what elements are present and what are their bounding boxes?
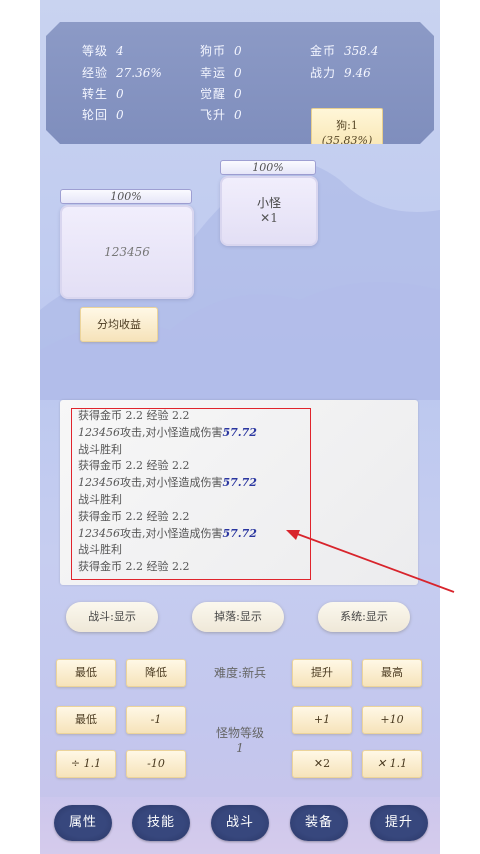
screen: 等级 4 经验 27.36% 转生 0 轮回 0 狗币 0 幸运 0 觉醒 0 飞升 0 金币 3… [0, 0, 480, 854]
annotation-arrow [286, 530, 455, 593]
